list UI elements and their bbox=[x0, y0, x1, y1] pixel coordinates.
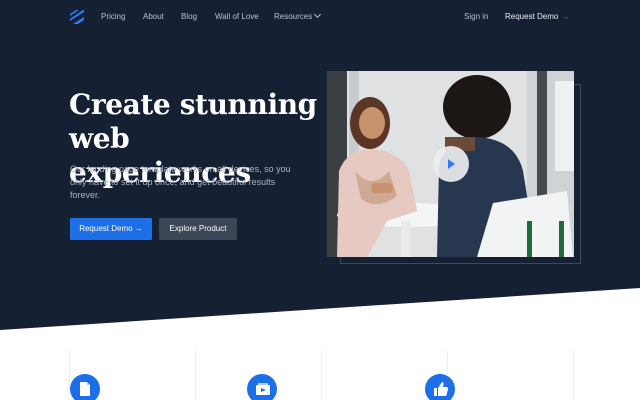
nav-link-pricing[interactable]: Pricing bbox=[101, 12, 125, 21]
hero-subtext: Our landing page template works on all d… bbox=[70, 164, 291, 200]
arrow-right-icon: → bbox=[561, 12, 570, 21]
request-demo-button-label: Request Demo bbox=[79, 224, 133, 233]
nav-link-resources-label: Resources bbox=[274, 12, 313, 21]
nav-link-resources[interactable]: Resources bbox=[274, 10, 322, 21]
top-navbar: Pricing About Blog Wall of Love Resource… bbox=[0, 0, 640, 34]
nav-link-wall-of-love[interactable]: Wall of Love bbox=[215, 12, 259, 21]
media-icon bbox=[247, 374, 277, 400]
document-icon bbox=[70, 374, 100, 400]
feature-divider bbox=[195, 350, 196, 400]
video-thumbnail[interactable] bbox=[327, 71, 574, 257]
nav-link-blog[interactable]: Blog bbox=[181, 12, 197, 21]
request-demo-button[interactable]: Request Demo → bbox=[70, 218, 152, 240]
request-demo-link[interactable]: Request Demo → bbox=[505, 12, 569, 21]
arrow-right-icon: → bbox=[134, 224, 143, 233]
hero-slant-divider bbox=[0, 288, 640, 338]
request-demo-link-label: Request Demo bbox=[505, 12, 559, 21]
thumbs-up-icon bbox=[425, 374, 455, 400]
stripes-logo-icon[interactable] bbox=[70, 10, 84, 24]
chevron-down-icon bbox=[314, 10, 322, 19]
feature-divider bbox=[573, 350, 574, 400]
sign-in-link[interactable]: Sign in bbox=[464, 12, 488, 21]
explore-product-button[interactable]: Explore Product bbox=[159, 218, 237, 240]
nav-link-about[interactable]: About bbox=[143, 12, 164, 21]
feature-divider bbox=[321, 350, 322, 400]
play-icon[interactable] bbox=[433, 146, 469, 182]
